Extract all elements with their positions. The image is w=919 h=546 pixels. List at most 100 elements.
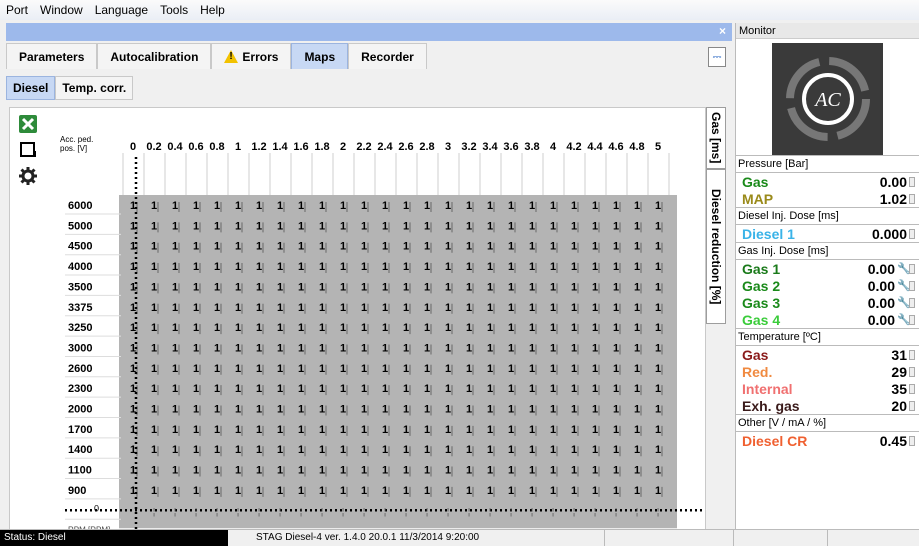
map-cell[interactable]: 1 [487, 465, 493, 477]
checkbox[interactable] [909, 349, 915, 360]
map-cell[interactable]: 1 [256, 261, 262, 273]
map-cell[interactable]: 1 [235, 342, 241, 354]
map-cell[interactable]: 1 [340, 281, 346, 293]
map-cell[interactable]: 1 [487, 485, 493, 497]
checkbox[interactable] [909, 297, 915, 308]
map-cell[interactable]: 1 [172, 241, 178, 253]
map-cell[interactable]: 1 [403, 322, 409, 334]
map-cell[interactable]: 1 [613, 342, 619, 354]
map-cell[interactable]: 1 [340, 404, 346, 416]
map-cell[interactable]: 1 [340, 322, 346, 334]
map-cell[interactable]: 1 [235, 241, 241, 253]
map-cell[interactable]: 1 [382, 302, 388, 314]
map-cell[interactable]: 1 [235, 363, 241, 375]
map-cell[interactable]: 1 [592, 302, 598, 314]
map-cell[interactable]: 1 [277, 383, 283, 395]
map-cell[interactable]: 1 [298, 302, 304, 314]
map-cell[interactable]: 1 [151, 444, 157, 456]
map-cell[interactable]: 1 [361, 383, 367, 395]
map-cell[interactable]: 1 [508, 241, 514, 253]
map-cell[interactable]: 1 [529, 383, 535, 395]
map-cell[interactable]: 1 [340, 220, 346, 232]
map-cell[interactable]: 1 [319, 363, 325, 375]
map-cell[interactable]: 1 [487, 261, 493, 273]
map-cell[interactable]: 1 [613, 281, 619, 293]
checkbox[interactable] [909, 176, 915, 187]
map-cell[interactable]: 1 [403, 200, 409, 212]
map-cell[interactable]: 1 [403, 342, 409, 354]
map-cell[interactable]: 1 [655, 241, 661, 253]
map-cell[interactable]: 1 [424, 485, 430, 497]
map-cell[interactable]: 1 [256, 383, 262, 395]
map-cell[interactable]: 1 [592, 342, 598, 354]
map-cell[interactable]: 1 [298, 444, 304, 456]
map-cell[interactable]: 1 [403, 241, 409, 253]
map-cell[interactable]: 1 [214, 383, 220, 395]
map-cell[interactable]: 1 [172, 281, 178, 293]
map-cell[interactable]: 1 [382, 342, 388, 354]
map-cell[interactable]: 1 [508, 200, 514, 212]
map-cell[interactable]: 1 [214, 444, 220, 456]
map-cell[interactable]: 1 [319, 281, 325, 293]
map-cell[interactable]: 1 [592, 200, 598, 212]
map-cell[interactable]: 1 [151, 241, 157, 253]
map-cell[interactable]: 1 [319, 342, 325, 354]
map-cell[interactable]: 1 [235, 302, 241, 314]
map-cell[interactable]: 1 [130, 424, 136, 436]
map-cell[interactable]: 1 [193, 302, 199, 314]
map-cell[interactable]: 1 [445, 363, 451, 375]
map-cell[interactable]: 1 [424, 444, 430, 456]
map-cell[interactable]: 1 [340, 342, 346, 354]
map-cell[interactable]: 1 [508, 281, 514, 293]
map-cell[interactable]: 1 [529, 261, 535, 273]
map-cell[interactable]: 1 [613, 465, 619, 477]
map-cell[interactable]: 1 [214, 220, 220, 232]
subtab-temp-corr-[interactable]: Temp. corr. [55, 76, 134, 100]
map-cell[interactable]: 1 [361, 465, 367, 477]
map-cell[interactable]: 1 [571, 383, 577, 395]
menu-language[interactable]: Language [95, 3, 148, 17]
map-cell[interactable]: 1 [571, 281, 577, 293]
map-cell[interactable]: 1 [466, 465, 472, 477]
map-cell[interactable]: 1 [466, 241, 472, 253]
map-cell[interactable]: 1 [550, 281, 556, 293]
map-cell[interactable]: 1 [193, 363, 199, 375]
map-cell[interactable]: 1 [424, 404, 430, 416]
map-cell[interactable]: 1 [319, 465, 325, 477]
map-cell[interactable]: 1 [151, 363, 157, 375]
map-cell[interactable]: 1 [634, 281, 640, 293]
map-cell[interactable]: 1 [655, 281, 661, 293]
vtab-gas[interactable]: Gas [ms] [706, 107, 726, 169]
map-cell[interactable]: 1 [529, 363, 535, 375]
map-cell[interactable]: 1 [214, 404, 220, 416]
map-cell[interactable]: 1 [571, 363, 577, 375]
map-chart[interactable]: 0 0.2 0.4 0.6 0.8 1 1.2 1.4 1.6 1.8 2 2.2 2.4 2.6 2.8 3… [10, 108, 705, 536]
map-cell[interactable]: 1 [613, 444, 619, 456]
map-cell[interactable]: 1 [634, 465, 640, 477]
map-cell[interactable]: 1 [277, 444, 283, 456]
tab-autocalibration[interactable]: Autocalibration [97, 43, 212, 69]
map-cell[interactable]: 1 [151, 322, 157, 334]
map-cell[interactable]: 1 [655, 342, 661, 354]
map-cell[interactable]: 1 [193, 444, 199, 456]
map-cell[interactable]: 1 [487, 220, 493, 232]
map-cell[interactable]: 1 [361, 261, 367, 273]
map-cell[interactable]: 1 [424, 302, 430, 314]
map-cell[interactable]: 1 [508, 322, 514, 334]
map-cell[interactable]: 1 [550, 241, 556, 253]
map-cell[interactable]: 1 [571, 322, 577, 334]
map-cell[interactable]: 1 [655, 444, 661, 456]
wrench-icon[interactable]: 🔧 [897, 280, 911, 291]
checkbox[interactable] [909, 314, 915, 325]
map-cell[interactable]: 1 [256, 404, 262, 416]
map-cell[interactable]: 1 [382, 363, 388, 375]
map-cell[interactable]: 1 [172, 200, 178, 212]
map-cell[interactable]: 1 [361, 200, 367, 212]
menu-help[interactable]: Help [200, 3, 225, 17]
map-cell[interactable]: 1 [487, 363, 493, 375]
map-cell[interactable]: 1 [550, 404, 556, 416]
map-cell[interactable]: 1 [634, 485, 640, 497]
map-cell[interactable]: 1 [151, 383, 157, 395]
map-cell[interactable]: 1 [466, 261, 472, 273]
map-cell[interactable]: 1 [466, 444, 472, 456]
